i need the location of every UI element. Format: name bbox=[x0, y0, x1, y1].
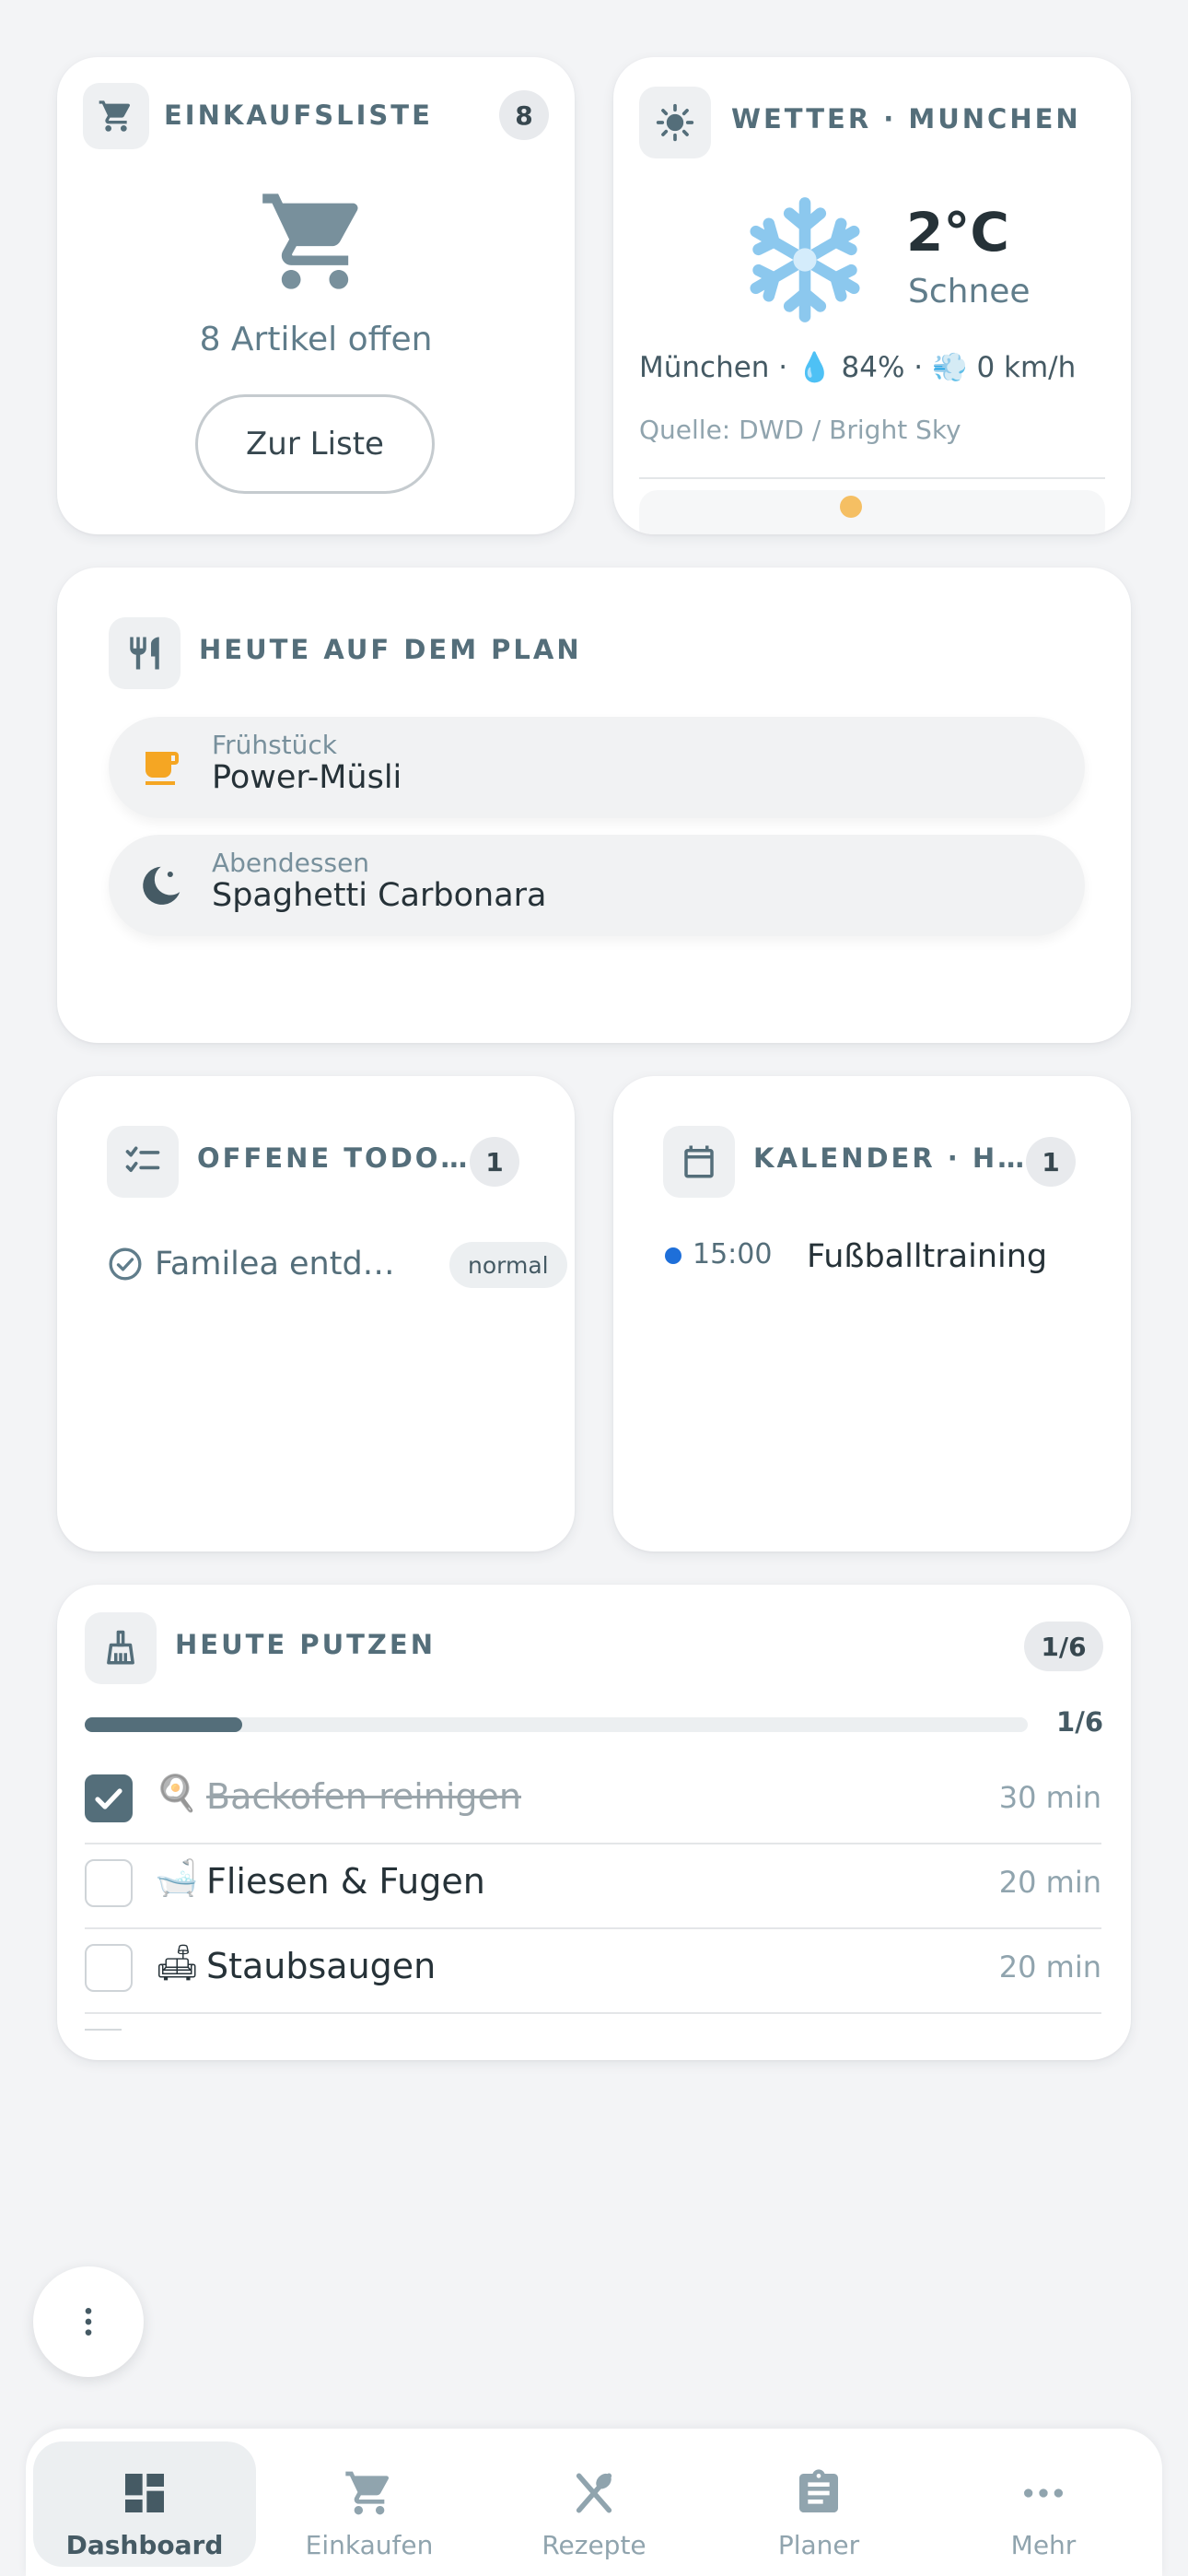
meal-plan-card: HEUTE AUF DEM PLAN Frühstück Power-Müsli… bbox=[57, 568, 1131, 1043]
more-vertical-icon bbox=[85, 2308, 92, 2336]
chore-name: Staubsaugen bbox=[206, 1946, 437, 1986]
weather-card: WETTER · MUNCHEN 2°C Schnee München · 💧 … bbox=[613, 57, 1131, 534]
clipboard-icon bbox=[707, 2467, 930, 2519]
chore-duration: 30 min bbox=[998, 1780, 1101, 1815]
cart-large-icon bbox=[262, 193, 358, 289]
cleaning-progress-fill bbox=[85, 1717, 242, 1732]
event-time: 15:00 bbox=[693, 1238, 773, 1270]
chore-checkbox[interactable] bbox=[85, 1944, 133, 1992]
nav-recipes-label: Rezepte bbox=[542, 2530, 646, 2560]
todo-item-text: Familea entd… bbox=[155, 1246, 395, 1282]
chore-row[interactable]: 🛁 Fliesen & Fugen 20 min bbox=[85, 1843, 1101, 1929]
cleaning-count-badge: 1/6 bbox=[1024, 1622, 1103, 1671]
meal-breakfast-label: Frühstück bbox=[212, 730, 337, 760]
chore-name: Fliesen & Fugen bbox=[206, 1861, 485, 1902]
nav-planner[interactable]: Planer bbox=[707, 2441, 930, 2567]
weather-forecast-strip bbox=[639, 490, 1105, 534]
weather-temperature: 2°C bbox=[906, 201, 1009, 263]
broom-icon bbox=[107, 1630, 134, 1665]
checklist-icon bbox=[125, 1146, 160, 1172]
chore-name: Backofen reinigen bbox=[206, 1776, 522, 1817]
todo-title: OFFENE TODO… bbox=[197, 1142, 471, 1174]
cart-icon bbox=[258, 2467, 481, 2519]
calendar-card: KALENDER · H… 1 15:00 Fußballtraining bbox=[613, 1076, 1131, 1551]
cleaning-card: HEUTE PUTZEN 1/6 1/6 🍳 Backofen reinigen… bbox=[57, 1585, 1131, 2060]
chore-duration: 20 min bbox=[998, 1865, 1101, 1900]
more-options-fab[interactable] bbox=[33, 2266, 144, 2377]
check-circle-icon bbox=[109, 1247, 142, 1281]
shopping-summary: 8 Artikel offen bbox=[199, 321, 433, 358]
nav-dashboard-label: Dashboard bbox=[65, 2530, 224, 2560]
cutlery-icon bbox=[483, 2467, 705, 2519]
cutlery-icon bbox=[130, 637, 159, 670]
calendar-event[interactable]: 15:00 Fußballtraining bbox=[663, 1225, 1087, 1290]
frying-pan-icon: 🍳 bbox=[155, 1773, 199, 1813]
nav-shopping[interactable]: Einkaufen bbox=[258, 2441, 481, 2567]
nav-more[interactable]: Mehr bbox=[932, 2441, 1155, 2567]
sun-icon-box bbox=[639, 87, 711, 158]
open-list-button[interactable]: Zur Liste bbox=[195, 394, 435, 494]
chore-row[interactable]: 🛋 Staubsaugen 20 min bbox=[85, 1927, 1101, 2014]
snowflake-icon bbox=[750, 197, 860, 322]
couch-icon: 🛋 bbox=[155, 1942, 200, 1983]
checklist-icon-box bbox=[107, 1126, 179, 1198]
chore-row-partial bbox=[85, 2029, 122, 2036]
weather-divider bbox=[639, 477, 1105, 479]
cleaning-title: HEUTE PUTZEN bbox=[175, 1629, 437, 1660]
moon-icon bbox=[136, 862, 184, 914]
weather-city: München · bbox=[639, 351, 788, 384]
meal-breakfast[interactable]: Frühstück Power-Müsli bbox=[109, 717, 1085, 818]
shopping-card: EINKAUFSLISTE 8 8 Artikel offen Zur List… bbox=[57, 57, 575, 534]
todo-card: OFFENE TODO… 1 Familea entd… normal bbox=[57, 1076, 575, 1551]
weather-condition: Schnee bbox=[908, 273, 1031, 310]
cart-icon-box bbox=[83, 83, 149, 149]
meal-plan-title: HEUTE AUF DEM PLAN bbox=[199, 634, 582, 665]
dashboard-icon bbox=[33, 2467, 256, 2519]
meal-dinner[interactable]: Abendessen Spaghetti Carbonara bbox=[109, 835, 1085, 936]
coffee-cup-icon bbox=[138, 746, 182, 794]
shopping-title: EINKAUFSLISTE bbox=[164, 100, 433, 131]
todo-priority-tag: normal bbox=[449, 1242, 567, 1288]
weather-humidity: 84% · bbox=[841, 351, 924, 384]
bathtub-icon: 🛁 bbox=[155, 1857, 199, 1898]
nav-recipes[interactable]: Rezepte bbox=[483, 2441, 705, 2567]
cleaning-progress-label: 1/6 bbox=[1056, 1706, 1103, 1738]
event-title: Fußballtraining bbox=[807, 1238, 1048, 1275]
cart-icon bbox=[99, 100, 131, 132]
weather-title: WETTER · MUNCHEN bbox=[731, 103, 1081, 135]
chore-checkbox[interactable] bbox=[85, 1774, 133, 1822]
chore-row[interactable]: 🍳 Backofen reinigen 30 min bbox=[85, 1758, 1101, 1844]
humidity-drop-icon: 💧 bbox=[797, 351, 833, 384]
meal-dinner-label: Abendessen bbox=[212, 848, 370, 878]
nav-more-label: Mehr bbox=[1010, 2530, 1077, 2560]
nav-shopping-label: Einkaufen bbox=[305, 2530, 434, 2560]
bottom-navigation: Dashboard Einkaufen Rezepte Planer Mehr bbox=[26, 2429, 1162, 2576]
calendar-title: KALENDER · H… bbox=[753, 1142, 1028, 1174]
nav-dashboard[interactable]: Dashboard bbox=[33, 2441, 256, 2567]
calendar-icon bbox=[684, 1145, 714, 1178]
broom-icon-box bbox=[85, 1612, 157, 1684]
calendar-count-badge: 1 bbox=[1026, 1137, 1076, 1187]
weather-source: Quelle: DWD / Bright Sky bbox=[639, 415, 961, 445]
wind-icon: 💨 bbox=[931, 351, 968, 384]
cleaning-progress-track bbox=[85, 1717, 1028, 1732]
todo-count-badge: 1 bbox=[470, 1137, 519, 1187]
shopping-count-badge: 8 bbox=[499, 90, 549, 140]
todo-item[interactable]: Familea entd… normal bbox=[107, 1235, 567, 1290]
forecast-sun-icon bbox=[840, 496, 862, 518]
more-horizontal-icon bbox=[932, 2467, 1155, 2519]
checkmark-icon bbox=[95, 1788, 122, 1809]
nav-planner-label: Planer bbox=[777, 2530, 860, 2560]
weather-wind: 0 km/h bbox=[976, 351, 1077, 384]
meal-dinner-value: Spaghetti Carbonara bbox=[212, 877, 547, 914]
chore-checkbox[interactable] bbox=[85, 1859, 133, 1907]
cutlery-icon-box bbox=[109, 617, 181, 689]
chore-duration: 20 min bbox=[998, 1950, 1101, 1985]
weather-details: München · 💧 84% · 💨 0 km/h bbox=[639, 350, 1076, 384]
calendar-icon-box bbox=[663, 1126, 735, 1198]
event-dot bbox=[665, 1247, 681, 1264]
meal-breakfast-value: Power-Müsli bbox=[212, 759, 402, 796]
sun-icon bbox=[656, 103, 694, 142]
